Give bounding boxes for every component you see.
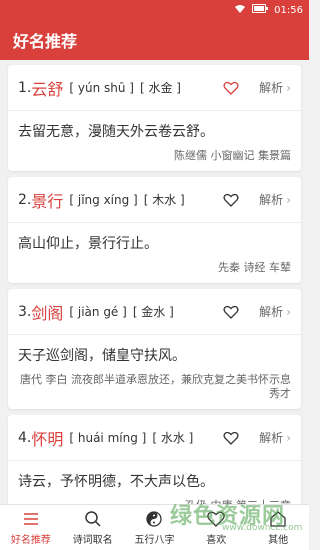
verse-text: 诗云，予怀明德，不大声以色。 <box>18 474 214 490</box>
analysis-link[interactable]: 解析 <box>259 303 283 320</box>
tab-label: 喜欢 <box>206 535 227 546</box>
tab-recommend[interactable]: 好名推荐 <box>0 505 62 550</box>
card-header: 2. 景行 [ jǐng xíng ] [ 木水 ] 解析 › <box>8 177 301 223</box>
wifi-icon <box>234 4 246 17</box>
name-card[interactable]: 1. 云舒 [ yún shū ] [ 水金 ] 解析 › 去留无意，漫随天外云… <box>8 65 301 171</box>
favorite-heart-icon[interactable] <box>223 80 239 96</box>
app-bar: 好名推荐 <box>0 20 309 60</box>
status-bar: 01:56 <box>0 0 309 20</box>
tab-poem-naming[interactable]: 诗词取名 <box>62 505 124 550</box>
pinyin: [ jǐng xíng ] <box>69 192 138 207</box>
yinyang-icon <box>146 511 163 527</box>
analysis-link[interactable]: 解析 <box>259 191 283 208</box>
card-number: 2. <box>18 191 32 208</box>
recommended-name: 景行 <box>31 191 64 211</box>
tab-label: 其他 <box>268 535 289 546</box>
name-card[interactable]: 3. 剑阁 [ jiàn gé ] [ 金水 ] 解析 › 天子巡剑阁，储皇守扶… <box>8 289 301 409</box>
recommended-name: 怀明 <box>31 429 64 449</box>
pinyin: [ yún shū ] <box>69 80 134 95</box>
name-card[interactable]: 4. 怀明 [ huái míng ] [ 水水 ] 解析 › 诗云，予怀明德，… <box>8 415 301 504</box>
tab-label: 好名推荐 <box>10 535 51 546</box>
card-header: 1. 云舒 [ yún shū ] [ 水金 ] 解析 › <box>8 65 301 111</box>
card-header: 3. 剑阁 [ jiàn gé ] [ 金水 ] 解析 › <box>8 289 301 335</box>
verse-text: 高山仰止，景行行止。 <box>18 236 158 252</box>
battery-icon <box>252 4 269 16</box>
watermark-url: www.downcc.com <box>222 523 303 533</box>
wuxing: [ 木水 ] <box>143 193 185 207</box>
name-list[interactable]: 1. 云舒 [ yún shū ] [ 水金 ] 解析 › 去留无意，漫随天外云… <box>0 60 309 504</box>
card-number: 3. <box>18 303 32 320</box>
verse-text: 天子巡剑阁，储皇守扶风。 <box>18 348 186 364</box>
recommended-name: 云舒 <box>31 79 64 99</box>
wuxing: [ 水金 ] <box>139 81 181 95</box>
status-time: 01:56 <box>274 4 303 16</box>
list-icon <box>23 513 38 525</box>
card-header: 4. 怀明 [ huái míng ] [ 水水 ] 解析 › <box>8 415 301 461</box>
chevron-right-icon: › <box>286 430 291 445</box>
pinyin: [ huái míng ] <box>69 430 147 445</box>
recommended-name: 剑阁 <box>31 303 64 323</box>
tab-label: 五行八字 <box>134 535 175 546</box>
card-number: 1. <box>18 79 32 96</box>
analysis-link[interactable]: 解析 <box>259 79 283 96</box>
wuxing: [ 水水 ] <box>152 431 194 445</box>
verse-source: 唐代 李白 流夜郎半道承恩放还，兼欣克复之美书怀示息秀才 <box>20 373 291 400</box>
pinyin: [ jiàn gé ] <box>69 304 127 319</box>
chevron-right-icon: › <box>286 304 291 319</box>
tab-label: 诗词取名 <box>72 535 113 546</box>
wuxing: [ 金水 ] <box>132 305 174 319</box>
chevron-right-icon: › <box>286 80 291 95</box>
search-icon <box>84 511 101 527</box>
favorite-heart-icon[interactable] <box>223 304 239 320</box>
page-title: 好名推荐 <box>13 32 78 51</box>
name-card[interactable]: 2. 景行 [ jǐng xíng ] [ 木水 ] 解析 › 高山仰止，景行行… <box>8 177 301 283</box>
card-number: 4. <box>18 429 32 446</box>
favorite-heart-icon[interactable] <box>223 192 239 208</box>
chevron-right-icon: › <box>286 192 291 207</box>
verse-text: 去留无意，漫随天外云卷云舒。 <box>18 124 214 140</box>
favorite-heart-icon[interactable] <box>223 430 239 446</box>
verse-source: 先秦 诗经 车辇 <box>218 261 291 274</box>
verse-source: 陈继儒 小窗幽记 集景篇 <box>174 149 291 162</box>
analysis-link[interactable]: 解析 <box>259 429 283 446</box>
